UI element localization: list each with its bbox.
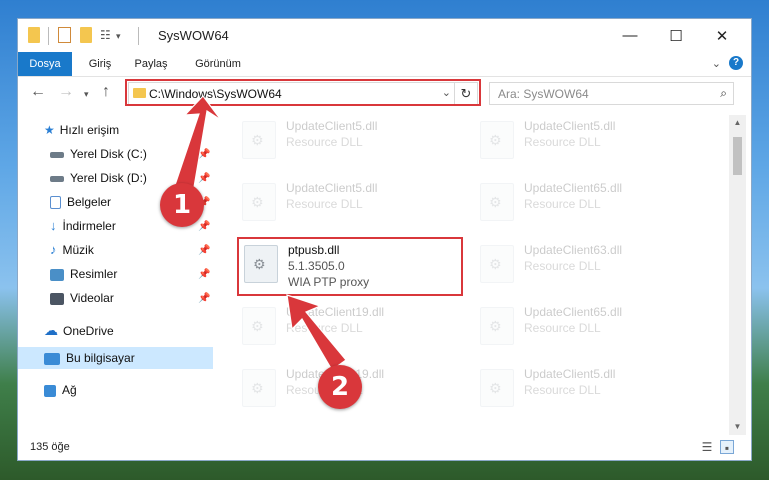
step-marker-1: 1: [160, 183, 204, 227]
step-marker-2: 2: [318, 365, 362, 409]
annotation-arrows: [174, 95, 347, 371]
arrow-to-file: [286, 294, 347, 371]
arrow-to-address-bar: [174, 95, 222, 194]
